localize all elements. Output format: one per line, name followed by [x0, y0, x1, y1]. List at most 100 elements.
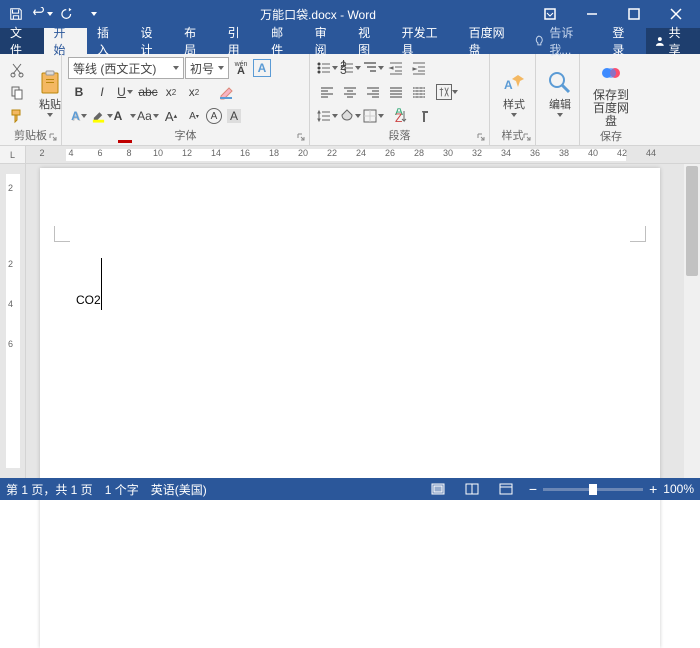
zoom-slider-handle[interactable] — [589, 484, 597, 495]
qat-redo-icon[interactable] — [56, 2, 80, 26]
scrollbar-vertical[interactable] — [684, 164, 700, 478]
change-case-icon[interactable]: Aa — [137, 105, 159, 127]
align-left-icon[interactable] — [316, 81, 338, 103]
numbering-icon[interactable]: 123 — [339, 57, 361, 79]
ruler-tick: 36 — [530, 148, 540, 158]
decrease-indent-icon[interactable] — [385, 57, 407, 79]
ruler-tick: 2 — [39, 148, 44, 158]
font-color-icon[interactable]: A — [114, 105, 136, 127]
copy-icon[interactable] — [6, 82, 28, 104]
svg-text:Z: Z — [395, 111, 402, 124]
font-size-combo[interactable]: 初号 — [185, 57, 229, 79]
ruler-tick: 8 — [126, 148, 131, 158]
show-marks-icon[interactable] — [413, 105, 435, 127]
document-page[interactable]: CO2 — [40, 168, 660, 648]
tab-references[interactable]: 引用 — [218, 28, 262, 54]
page-margin-marker — [630, 226, 646, 242]
view-read-mode-icon[interactable] — [461, 480, 483, 498]
group-font-label: 字体 — [68, 129, 303, 143]
zoom-out-button[interactable]: − — [529, 481, 537, 497]
zoom-in-button[interactable]: + — [649, 481, 657, 497]
ruler-tick: 10 — [153, 148, 163, 158]
clipboard-launcher-icon[interactable] — [47, 131, 59, 143]
line-spacing-icon[interactable] — [316, 105, 338, 127]
tab-baidu[interactable]: 百度网盘 — [459, 28, 526, 54]
ruler-tick: 40 — [588, 148, 598, 158]
strikethrough-icon[interactable]: abc — [137, 81, 159, 103]
login-button[interactable]: 登录 — [602, 28, 646, 54]
paragraph-launcher-icon[interactable] — [475, 131, 487, 143]
borders-icon[interactable] — [362, 105, 384, 127]
document-text[interactable]: CO2 — [76, 258, 102, 316]
styles-launcher-icon[interactable] — [521, 131, 533, 143]
font-launcher-icon[interactable] — [295, 131, 307, 143]
qat-save-icon[interactable] — [4, 2, 28, 26]
char-shading-icon[interactable]: A — [223, 105, 245, 127]
bold-icon[interactable]: B — [68, 81, 90, 103]
zoom-level[interactable]: 100% — [663, 482, 694, 496]
ruler-tick: 24 — [356, 148, 366, 158]
clear-format-icon[interactable] — [215, 81, 237, 103]
asian-layout-icon[interactable] — [436, 81, 458, 103]
increase-indent-icon[interactable] — [408, 57, 430, 79]
zoom-slider[interactable] — [543, 488, 643, 491]
align-justify-icon[interactable] — [385, 81, 407, 103]
ruler-tick: 30 — [443, 148, 453, 158]
sort-icon[interactable]: AZ — [390, 105, 412, 127]
styles-button[interactable]: A 样式 — [496, 57, 532, 129]
qat-customize-icon[interactable] — [82, 2, 106, 26]
align-center-icon[interactable] — [339, 81, 361, 103]
group-paragraph-label: 段落 — [316, 129, 483, 143]
tell-me[interactable]: 告诉我... — [526, 28, 603, 54]
svg-text:A: A — [504, 78, 513, 92]
tab-view[interactable]: 视图 — [348, 28, 392, 54]
highlight-icon[interactable] — [91, 105, 113, 127]
ruler-tick: 4 — [68, 148, 73, 158]
shrink-font-icon[interactable]: A▾ — [183, 105, 205, 127]
status-page[interactable]: 第 1 页，共 1 页 — [6, 481, 93, 498]
shading-icon[interactable] — [339, 105, 361, 127]
tab-home[interactable]: 开始 — [44, 28, 88, 54]
view-web-layout-icon[interactable] — [495, 480, 517, 498]
align-distribute-icon[interactable] — [408, 81, 430, 103]
scrollbar-thumb[interactable] — [686, 166, 698, 276]
tab-review[interactable]: 审阅 — [305, 28, 349, 54]
tab-layout[interactable]: 布局 — [174, 28, 218, 54]
char-border-icon[interactable]: A — [253, 59, 271, 77]
phonetic-guide-icon[interactable]: wénA — [230, 57, 252, 79]
align-right-icon[interactable] — [362, 81, 384, 103]
view-print-layout-icon[interactable] — [427, 480, 449, 498]
ruler-tick: 16 — [240, 148, 250, 158]
editing-button[interactable]: 编辑 — [542, 57, 578, 129]
tab-insert[interactable]: 插入 — [87, 28, 131, 54]
ruler-horizontal[interactable]: L 24681012141618202224262830323436384042… — [0, 146, 700, 164]
subscript-icon[interactable]: x2 — [160, 81, 182, 103]
grow-font-icon[interactable]: A▴ — [160, 105, 182, 127]
status-language[interactable]: 英语(美国) — [151, 481, 207, 498]
share-button[interactable]: 共享 — [646, 28, 700, 54]
cut-icon[interactable] — [6, 59, 28, 81]
underline-icon[interactable]: U — [114, 81, 136, 103]
font-family-combo[interactable]: 等线 (西文正文) — [68, 57, 184, 79]
ruler-vertical[interactable]: 2 2 4 6 — [0, 164, 26, 478]
multilevel-list-icon[interactable] — [362, 57, 384, 79]
text-effects-icon[interactable]: A — [68, 105, 90, 127]
format-painter-icon[interactable] — [6, 105, 28, 127]
save-baidu-button[interactable]: 保存到百度网盘 — [586, 57, 636, 130]
ruler-tick: 44 — [646, 148, 656, 158]
italic-icon[interactable]: I — [91, 81, 113, 103]
superscript-icon[interactable]: x2 — [183, 81, 205, 103]
qat-undo-icon[interactable] — [30, 2, 54, 26]
ruler-tick: 20 — [298, 148, 308, 158]
tab-design[interactable]: 设计 — [131, 28, 175, 54]
status-words[interactable]: 1 个字 — [105, 481, 139, 498]
ruler-corner[interactable]: L — [0, 146, 26, 163]
ruler-tick: 38 — [559, 148, 569, 158]
bullets-icon[interactable] — [316, 57, 338, 79]
tab-file[interactable]: 文件 — [0, 28, 44, 54]
tab-mailings[interactable]: 邮件 — [261, 28, 305, 54]
enclose-char-icon[interactable]: A — [206, 108, 222, 124]
tab-developer[interactable]: 开发工具 — [392, 28, 459, 54]
ruler-tick: 6 — [97, 148, 102, 158]
ruler-tick: 28 — [414, 148, 424, 158]
